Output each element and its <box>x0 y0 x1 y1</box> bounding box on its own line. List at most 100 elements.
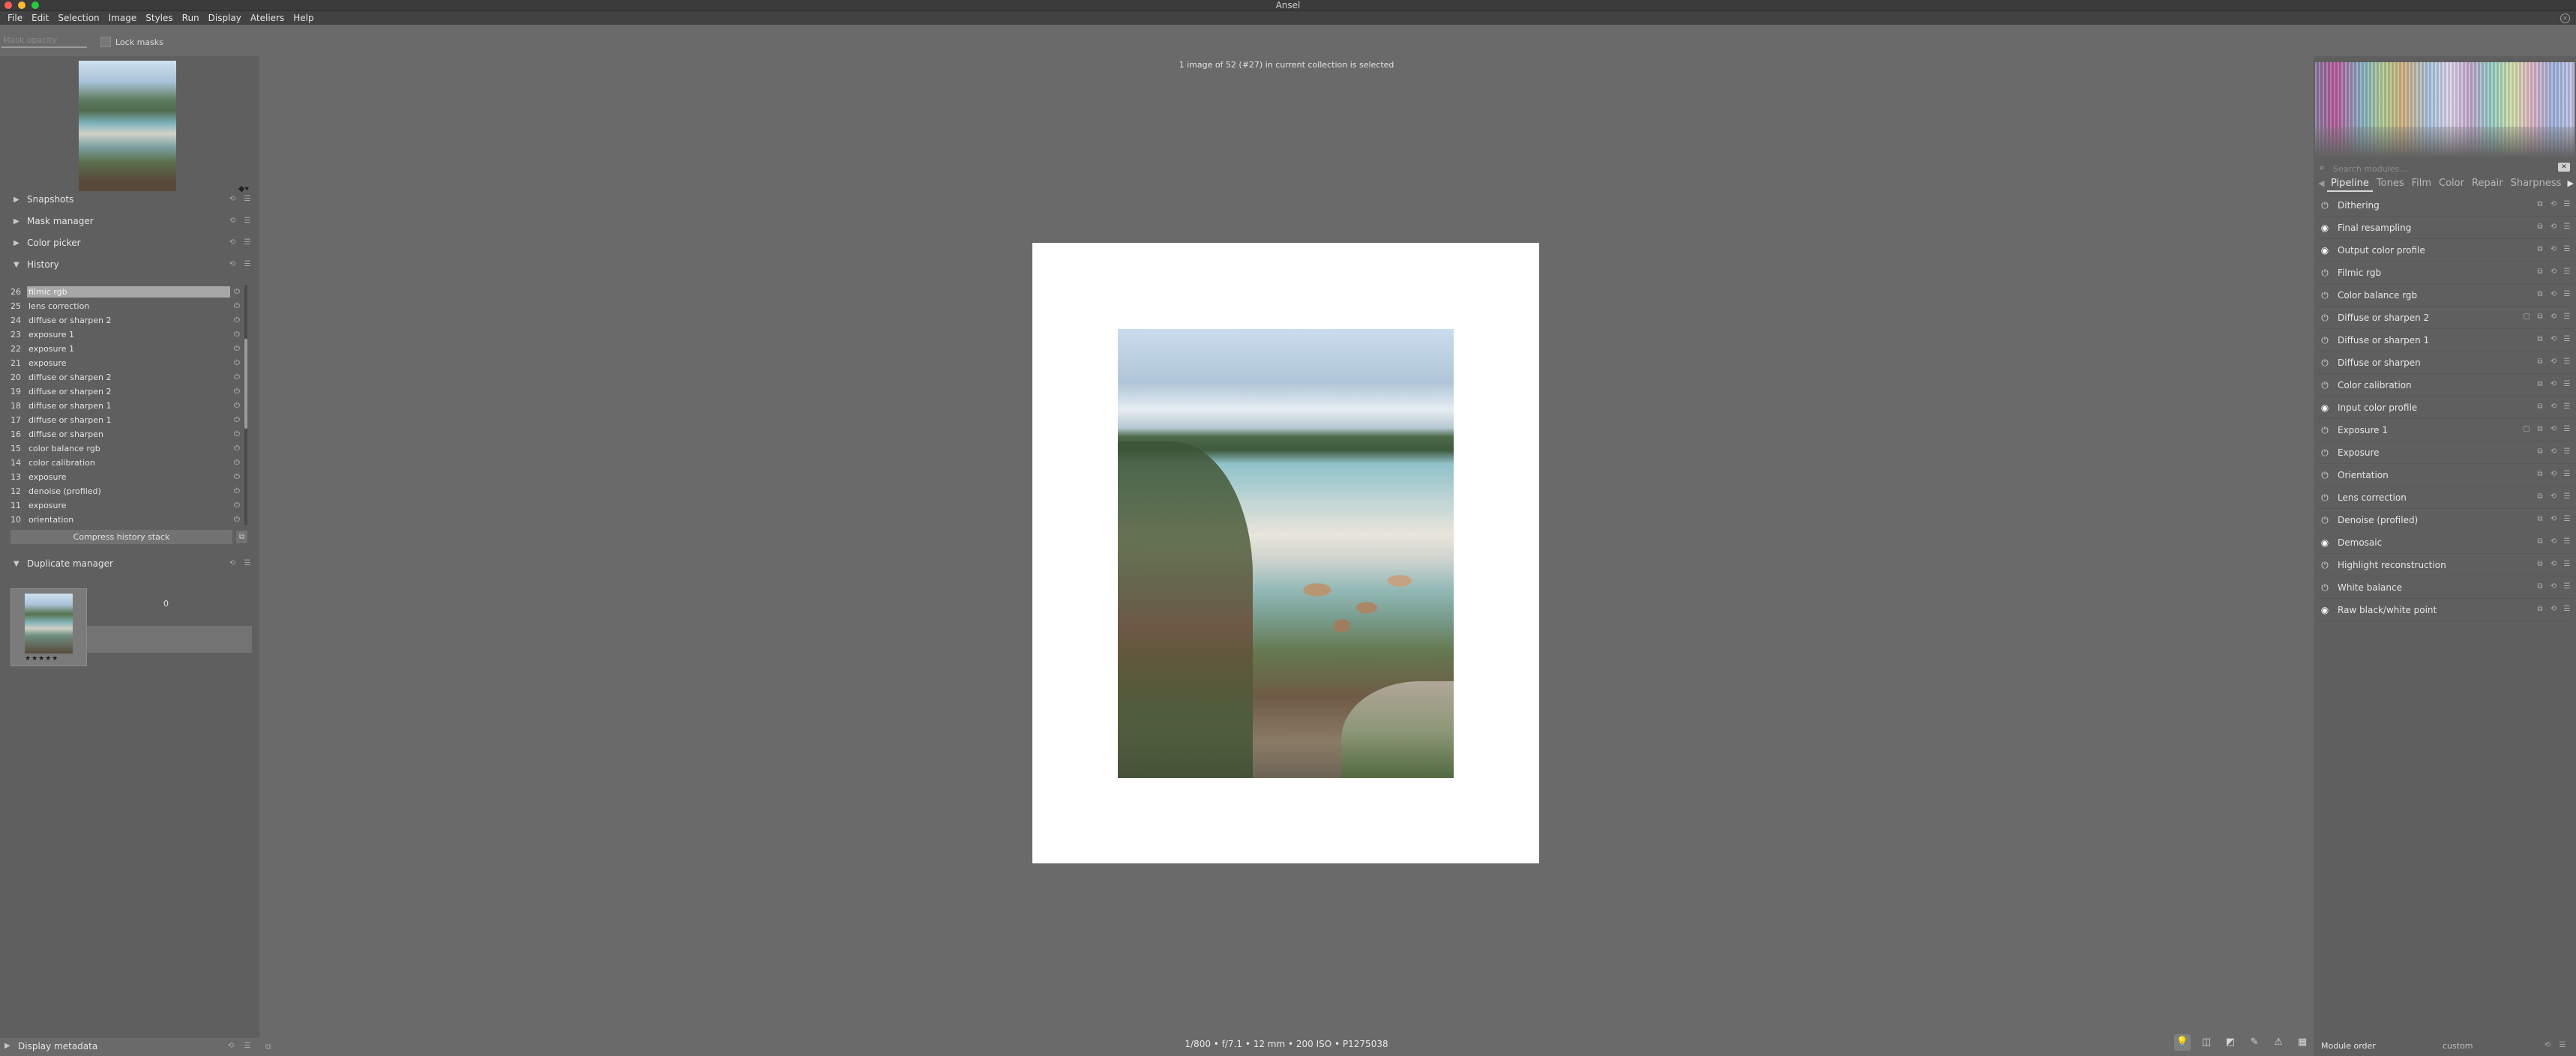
power-icon[interactable]: ⏻ <box>2320 515 2330 525</box>
history-item[interactable]: 21 exposure ⏻ <box>6 356 249 370</box>
module-row[interactable]: ⏻ Diffuse or sharpen 1 ⧉ ⟲ ☰ <box>2318 329 2575 352</box>
warning-icon[interactable]: ⚠ <box>2270 1034 2287 1051</box>
reset-icon[interactable]: ⟲ <box>2549 290 2558 298</box>
presets-icon[interactable]: ☰ <box>2563 402 2572 411</box>
module-row[interactable]: ⏻ Highlight reconstruction ⧉ ⟲ ☰ <box>2318 554 2575 576</box>
presets-icon[interactable]: ☰ <box>2563 200 2572 208</box>
module-row[interactable]: ⏻ White balance ⧉ ⟲ ☰ <box>2318 576 2575 599</box>
mask-manager-header[interactable]: ▶ Mask manager ⟲ ☰ <box>0 213 259 229</box>
reset-icon[interactable]: ⟲ <box>2549 335 2558 343</box>
presets-icon[interactable]: ☰ <box>2563 537 2572 546</box>
power-icon[interactable]: ◉ <box>2320 245 2330 256</box>
power-icon[interactable]: ⏻ <box>2320 290 2330 301</box>
reset-icon[interactable]: ⟲ <box>2549 447 2558 456</box>
presets-icon[interactable]: ☰ <box>2563 313 2572 321</box>
module-search-input[interactable] <box>2332 161 2552 176</box>
menu-help[interactable]: Help <box>289 11 318 25</box>
history-scrollbar[interactable] <box>244 285 247 525</box>
history-item[interactable]: 25 lens correction ⏻ <box>6 299 249 313</box>
duplicate-manager-header[interactable]: ▼ Duplicate manager ⟲ ☰ <box>0 555 259 572</box>
history-scrollbar-thumb[interactable] <box>244 339 247 429</box>
main-photo[interactable] <box>1118 329 1454 778</box>
power-icon[interactable]: ⏻ <box>2320 582 2330 593</box>
reset-icon[interactable]: ⟲ <box>228 238 237 247</box>
history-header[interactable]: ▼ History ⟲ ☰ <box>0 256 259 273</box>
reset-icon[interactable]: ⟲ <box>226 1042 235 1050</box>
reset-icon[interactable]: ⟲ <box>2549 582 2558 591</box>
power-icon[interactable]: ⏻ <box>2320 268 2330 278</box>
history-item[interactable]: 11 exposure ⏻ <box>6 498 249 513</box>
module-row[interactable]: ◉ Raw black/white point ⧉ ⟲ ☰ <box>2318 599 2575 621</box>
reset-icon[interactable]: ⟲ <box>228 217 237 225</box>
multi-instance-icon[interactable]: ⧉ <box>2536 335 2545 343</box>
presets-icon[interactable]: ☰ <box>2563 492 2572 501</box>
menu-edit[interactable]: Edit <box>27 11 53 25</box>
module-row[interactable]: ◉ Final resampling ⧉ ⟲ ☰ <box>2318 217 2575 239</box>
tabs-scroll-right-icon[interactable]: ▶ <box>2568 178 2574 188</box>
history-item[interactable]: 12 denoise (profiled) ⏻ <box>6 484 249 498</box>
power-icon[interactable]: ◉ <box>2320 402 2330 413</box>
reset-icon[interactable]: ⟲ <box>2549 515 2558 523</box>
history-item[interactable]: 19 diffuse or sharpen 2 ⏻ <box>6 384 249 399</box>
multi-instance-icon[interactable]: ⧉ <box>2536 605 2545 613</box>
display-metadata-header[interactable]: ▶ Display metadata ⟲ ☰ <box>0 1037 259 1056</box>
power-icon[interactable]: ⏻ <box>2320 357 2330 368</box>
mask-icon[interactable]: ▢ <box>2522 425 2531 433</box>
tab-repair[interactable]: Repair <box>2468 177 2507 192</box>
menu-styles[interactable]: Styles <box>141 11 177 25</box>
color-picker-header[interactable]: ▶ Color picker ⟲ ☰ <box>0 235 259 251</box>
presets-icon[interactable]: ☰ <box>2563 357 2572 366</box>
tab-sharpness[interactable]: Sharpness <box>2507 177 2566 192</box>
presets-icon[interactable]: ☰ <box>2563 425 2572 433</box>
presets-icon[interactable]: ☰ <box>243 559 252 567</box>
close-icon[interactable]: ✕ <box>2560 13 2570 23</box>
module-row[interactable]: ⏻ Lens correction ⧉ ⟲ ☰ <box>2318 486 2575 509</box>
tabs-scroll-left-icon[interactable]: ◀ <box>2318 178 2324 188</box>
presets-icon[interactable]: ☰ <box>2563 560 2572 568</box>
presets-icon[interactable]: ☰ <box>2563 447 2572 456</box>
tab-pipeline[interactable]: Pipeline <box>2327 177 2373 192</box>
multi-instance-icon[interactable]: ⧉ <box>2536 425 2545 433</box>
presets-icon[interactable]: ☰ <box>2563 470 2572 478</box>
history-item[interactable]: 13 exposure ⏻ <box>6 470 249 484</box>
reset-icon[interactable]: ⟲ <box>2549 245 2558 253</box>
multi-instance-icon[interactable]: ⧉ <box>2536 223 2545 231</box>
reset-icon[interactable]: ⟲ <box>2549 560 2558 568</box>
snapshots-header[interactable]: ▶ Snapshots ⟲ ☰ <box>0 191 259 208</box>
mask-icon[interactable]: ▢ <box>2522 313 2531 321</box>
presets-icon[interactable]: ☰ <box>2563 582 2572 591</box>
reset-icon[interactable]: ⟲ <box>2549 223 2558 231</box>
multi-instance-icon[interactable]: ⧉ <box>2536 200 2545 208</box>
presets-icon[interactable]: ☰ <box>2563 605 2572 613</box>
presets-icon[interactable]: ☰ <box>2563 268 2572 276</box>
tab-film[interactable]: Film <box>2408 177 2435 192</box>
history-item[interactable]: 26 filmic rgb ⏻ <box>6 285 249 299</box>
multi-instance-icon[interactable]: ⧉ <box>2536 402 2545 411</box>
reset-icon[interactable]: ⟲ <box>2549 357 2558 366</box>
module-row[interactable]: ◉ Output color profile ⧉ ⟲ ☰ <box>2318 239 2575 262</box>
clear-search-icon[interactable]: ✕ <box>2558 163 2570 172</box>
power-icon[interactable]: ◉ <box>2320 537 2330 548</box>
navigation-thumbnail[interactable] <box>79 61 176 191</box>
softproof-icon[interactable]: ◫ <box>2198 1034 2215 1051</box>
history-item[interactable]: 17 diffuse or sharpen 1 ⏻ <box>6 413 249 427</box>
multi-instance-icon[interactable]: ⧉ <box>2536 313 2545 321</box>
power-icon[interactable]: ⏻ <box>2320 425 2330 435</box>
reset-icon[interactable]: ⟲ <box>2549 380 2558 388</box>
history-item[interactable]: 24 diffuse or sharpen 2 ⏻ <box>6 313 249 328</box>
reset-icon[interactable]: ⟲ <box>2549 537 2558 546</box>
presets-icon[interactable]: ☰ <box>243 260 252 268</box>
presets-icon[interactable]: ☰ <box>2563 380 2572 388</box>
module-row[interactable]: ⏻ Exposure 1 ▢ ⧉ ⟲ ☰ <box>2318 419 2575 441</box>
history-item[interactable]: 15 color balance rgb ⏻ <box>6 441 249 456</box>
presets-icon[interactable]: ☰ <box>2563 290 2572 298</box>
module-row[interactable]: ⏻ Dithering ⧉ ⟲ ☰ <box>2318 194 2575 217</box>
multi-instance-icon[interactable]: ⧉ <box>2536 447 2545 456</box>
presets-icon[interactable]: ☰ <box>243 238 252 247</box>
star-rating[interactable]: ★★★★★ <box>25 655 58 663</box>
duplicate-description-field[interactable] <box>87 626 252 653</box>
multi-instance-icon[interactable]: ⧉ <box>2536 470 2545 478</box>
multi-instance-icon[interactable]: ⧉ <box>2536 582 2545 591</box>
power-icon[interactable]: ◉ <box>2320 223 2330 233</box>
presets-icon[interactable]: ☰ <box>243 217 252 225</box>
